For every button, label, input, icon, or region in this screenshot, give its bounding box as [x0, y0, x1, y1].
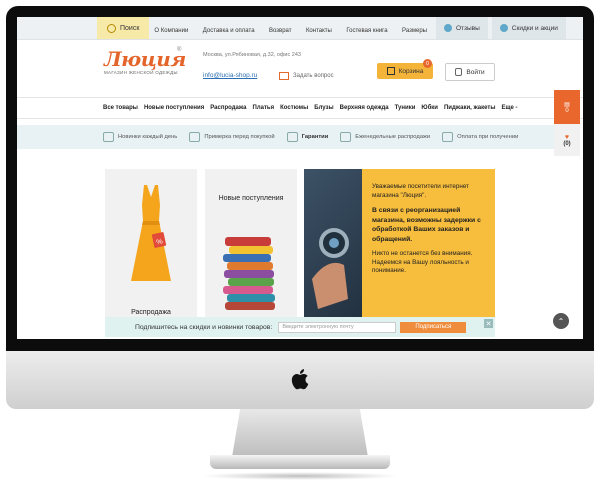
benefit-label: Оплата при получении [457, 134, 519, 140]
search-icon [107, 23, 116, 33]
device-dial-icon [312, 228, 349, 309]
category-tunics[interactable]: Туники [395, 105, 416, 111]
apple-logo-icon [291, 369, 309, 390]
side-wishlist-button[interactable]: ♥ (0) [554, 124, 580, 156]
notice-closing: Никто не останется без внимания. Надеемс… [372, 250, 473, 274]
category-more[interactable]: Еще - [501, 105, 517, 111]
benefit-label: Еженедельные распродажи [355, 134, 431, 140]
top-link-sizes[interactable]: Размеры [397, 28, 432, 34]
ask-question-label: Задать вопрос [293, 73, 334, 79]
reviews-label: Отзывы [455, 24, 480, 32]
side-cart-button[interactable]: ▤ 0 [554, 90, 580, 124]
sale-caption: Распродажа [131, 309, 171, 316]
logo-tagline: МАГАЗИН ЖЕНСКОЙ ОДЕЖДЫ [104, 70, 178, 75]
side-wish-count: (0) [563, 140, 571, 147]
sale-banner[interactable]: % Распродажа [105, 169, 197, 324]
benefits-bar: Новинки каждый день Примерка перед покуп… [17, 125, 554, 149]
subscribe-email-input[interactable]: Введите электронную почту [278, 321, 397, 333]
category-skirts[interactable]: Юбки [421, 105, 438, 111]
shirt-icon [103, 132, 114, 142]
subscribe-label: Подпишитесь на скидки и новинки товаров: [135, 323, 273, 331]
benefit-new-daily[interactable]: Новинки каждый день [103, 132, 177, 142]
side-widget: ▤ 0 ♥ (0) [554, 90, 580, 156]
top-nav: О Компании Доставка и оплата Возврат Кон… [149, 19, 432, 37]
registered-mark: ® [177, 47, 182, 53]
category-jackets[interactable]: Пиджаки, жакеты [444, 105, 496, 111]
top-bar: Поиск О Компании Доставка и оплата Возвр… [17, 17, 583, 40]
login-button[interactable]: Войти [445, 63, 495, 81]
cart-count-badge: 0 [423, 59, 432, 68]
browser-screen: Поиск О Компании Доставка и оплата Возвр… [17, 17, 583, 339]
stand-base [210, 455, 390, 469]
scroll-to-top-button[interactable]: ⌃ [553, 313, 569, 329]
chevron-up-icon: ⌃ [557, 316, 565, 326]
banner-grid: % Распродажа Новые поступления Уважаемые… [105, 169, 495, 324]
side-cart-count: 0 [565, 107, 569, 114]
reviews-button[interactable]: Отзывы [435, 17, 488, 39]
new-arrivals-caption: Новые поступления [218, 195, 284, 202]
category-sale[interactable]: Распродажа [210, 105, 246, 111]
subscribe-bar: Подпишитесь на скидки и новинки товаров:… [105, 317, 495, 337]
email-link[interactable]: info@lucia-shop.ru [203, 72, 257, 79]
close-icon[interactable]: ✕ [484, 319, 493, 328]
benefit-label: Гарантии [301, 134, 329, 140]
notice-banner: Уважаемые посетители интернет магазина "… [304, 169, 495, 324]
shopping-bag-icon [386, 67, 395, 75]
clothes-stack-image [223, 237, 275, 310]
heart-icon: ♥ [564, 133, 570, 141]
discounts-button[interactable]: Скидки и акции [491, 17, 566, 39]
store-address: Москва, ул.Рябиновая, д.32, офис 243 [203, 52, 301, 58]
percent-icon [499, 24, 508, 32]
top-link-about[interactable]: О Компании [149, 28, 193, 34]
site-header: Люция МАГАЗИН ЖЕНСКОЙ ОДЕЖДЫ ® Москва, у… [17, 39, 583, 97]
top-link-guestbook[interactable]: Гостевая книга [341, 28, 392, 34]
side-bag-icon: ▤ [564, 101, 570, 108]
wallet-icon [442, 132, 454, 142]
envelope-icon [279, 72, 289, 80]
notice-text: Уважаемые посетители интернет магазина "… [372, 183, 488, 282]
calendar-icon [340, 132, 352, 142]
benefit-cash-on-delivery[interactable]: Оплата при получении [442, 132, 518, 142]
benefit-label: Новинки каждый день [118, 134, 178, 140]
hanger-icon [189, 132, 201, 142]
lock-icon [455, 68, 463, 76]
search-tab[interactable]: Поиск [97, 17, 150, 39]
discounts-label: Скидки и акции [511, 24, 558, 32]
cart-label: Корзина [398, 67, 424, 75]
category-blouses[interactable]: Блузы [314, 105, 333, 111]
stand-shadow [200, 472, 400, 480]
new-arrivals-banner[interactable]: Новые поступления [205, 169, 297, 324]
notice-delay: В связи с реорганизацией магазина, возмо… [372, 207, 481, 243]
notice-greeting: Уважаемые посетители интернет магазина "… [372, 183, 470, 199]
category-suits[interactable]: Костюмы [280, 105, 308, 111]
top-link-return[interactable]: Возврат [264, 28, 297, 34]
chat-bubble-icon [443, 24, 452, 32]
login-label: Войти [466, 68, 485, 76]
category-outerwear[interactable]: Верхняя одежда [340, 105, 389, 111]
yellow-dress-image: % [131, 185, 171, 281]
stand-neck [232, 409, 368, 457]
category-all[interactable]: Все товары [103, 105, 138, 111]
site-logo[interactable]: Люция МАГАЗИН ЖЕНСКОЙ ОДЕЖДЫ ® [104, 47, 190, 87]
benefit-guarantee[interactable]: Гарантии [286, 132, 329, 142]
shield-icon [286, 132, 298, 142]
category-nav: Все товары Новые поступления Распродажа … [17, 97, 583, 119]
ask-question-link[interactable]: Задать вопрос [279, 72, 334, 80]
search-label: Поиск [120, 24, 140, 32]
category-dresses[interactable]: Платья [253, 105, 275, 111]
top-link-delivery[interactable]: Доставка и оплата [198, 28, 260, 34]
hand-with-device-image [304, 169, 362, 324]
imac-frame: Поиск О Компании Доставка и оплата Возвр… [0, 0, 600, 487]
top-link-contacts[interactable]: Контакты [301, 28, 337, 34]
category-new[interactable]: Новые поступления [144, 105, 204, 111]
subscribe-button[interactable]: Подписаться [400, 321, 467, 333]
benefit-label: Примерка перед покупкой [204, 134, 275, 140]
benefit-fitting[interactable]: Примерка перед покупкой [189, 132, 275, 142]
benefit-weekly-sales[interactable]: Еженедельные распродажи [340, 132, 430, 142]
